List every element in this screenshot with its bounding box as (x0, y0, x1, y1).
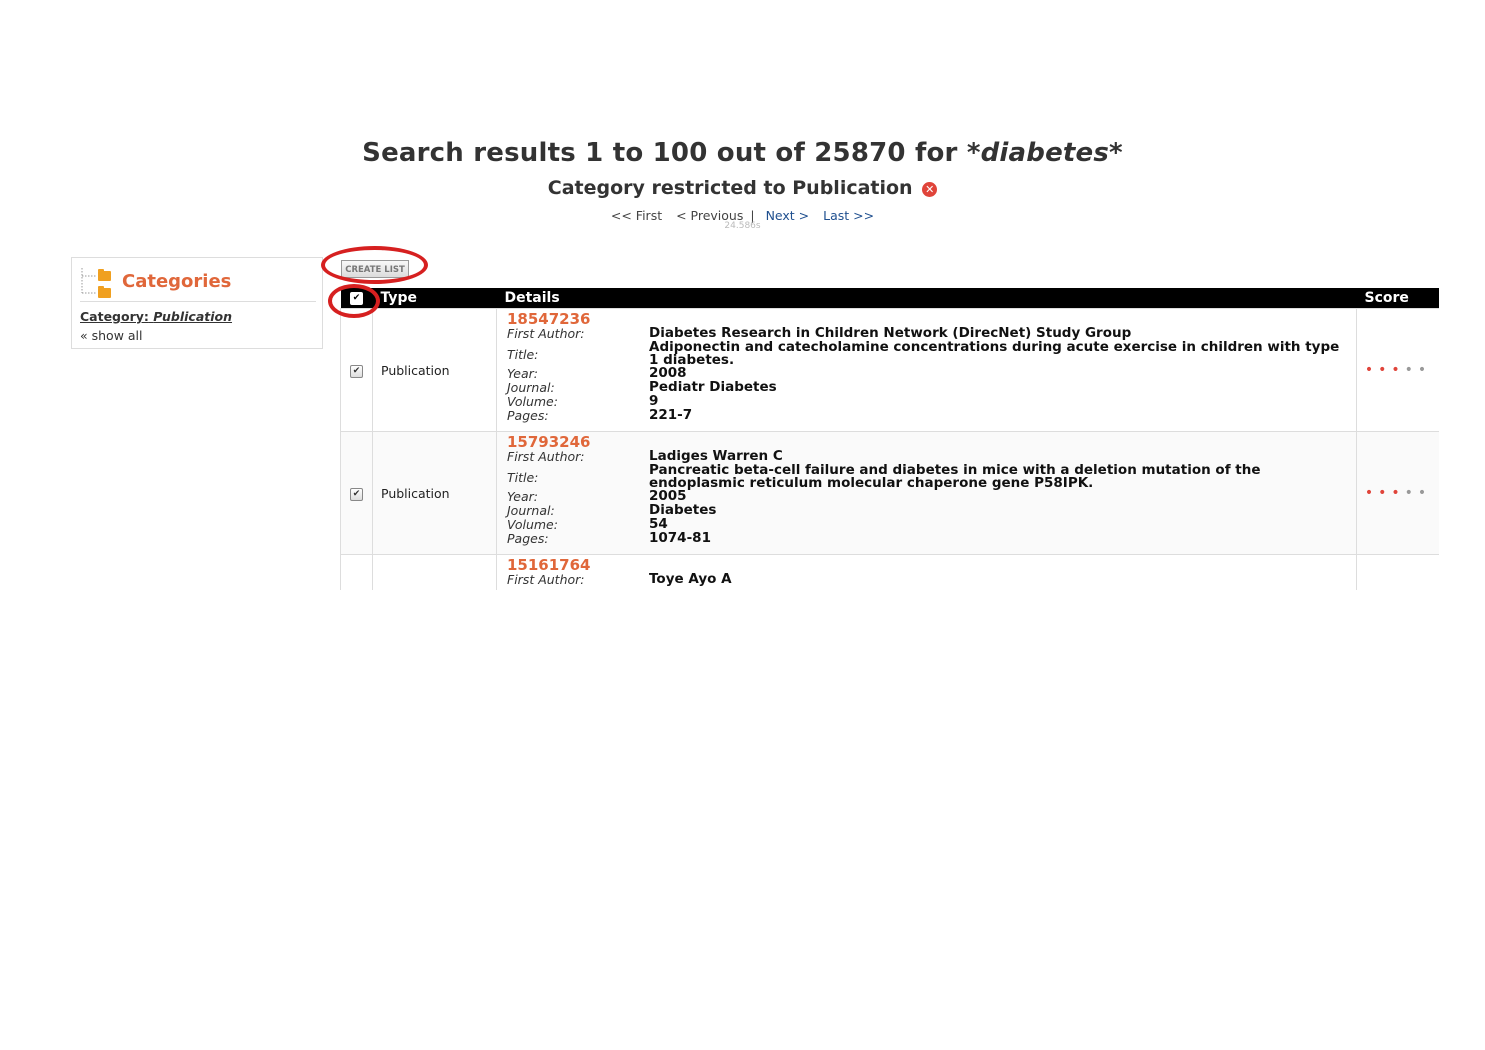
category-restriction: Category restricted to Publication ✕ (0, 177, 1485, 199)
field-label: Journal: (507, 380, 555, 395)
current-category[interactable]: Category: Publication (80, 309, 232, 324)
results-header: Search results 1 to 100 out of 25870 for… (0, 138, 1485, 231)
field-label: Year: (507, 366, 538, 381)
table-row: ✔ Publication 15793246 First Author: Ladi… (340, 431, 1439, 555)
field-value: Adiponectin and catecholamine concentrat… (649, 339, 1340, 368)
score-dot-empty: • (1404, 362, 1418, 378)
field-label: Pages: (507, 531, 549, 546)
row-select-cell: ✔ (340, 308, 373, 432)
field-label: Pages: (507, 408, 549, 423)
table-row: 15161764 First Author: Toye Ayo A (340, 554, 1439, 590)
field-value: 1074-81 (649, 530, 711, 546)
table-row: ✔ Publication 18547236 First Author: Diab… (340, 308, 1439, 432)
row-select-cell (340, 554, 373, 590)
pager-last[interactable]: Last >> (823, 208, 874, 223)
row-details: 15161764 First Author: Toye Ayo A (496, 554, 1357, 590)
row-type: Publication (372, 431, 497, 555)
score-dot-empty: • (1404, 485, 1418, 501)
select-all-checkbox[interactable]: ✔ (350, 291, 363, 305)
title-prefix: Search results 1 to 100 out of 25870 for (362, 138, 958, 168)
score-dot-filled: • (1364, 362, 1379, 378)
page-title: Search results 1 to 100 out of 25870 for… (0, 138, 1485, 168)
table-header-row: ✔ Type Details Score (340, 288, 1439, 309)
field-journal: Journal: Diabetes (507, 503, 1346, 518)
field-label: Title: (507, 470, 539, 485)
pager-next[interactable]: Next > (766, 208, 810, 223)
field-value: Pediatr Diabetes (649, 379, 777, 395)
field-label: First Author: (507, 449, 585, 464)
current-category-label: Category: (80, 309, 149, 324)
row-score: ••••• (1356, 308, 1439, 432)
pmid-link[interactable]: 15793246 (507, 434, 1346, 450)
field-label: Volume: (507, 517, 558, 532)
field-label: Year: (507, 489, 538, 504)
remove-filter-icon[interactable]: ✕ (922, 182, 938, 197)
category-restriction-text: Category restricted to Publication (547, 177, 913, 199)
header-score: Score (1356, 288, 1439, 309)
row-score: ••••• (1356, 431, 1439, 555)
results-table-container: ✔ Type Details Score ✔ Publication 18547… (340, 288, 1439, 590)
field-value: Pancreatic beta-cell failure and diabete… (649, 462, 1261, 491)
pmid-link[interactable]: 15161764 (507, 557, 1346, 573)
pager-first: << First (610, 208, 663, 223)
score-dot-filled: • (1391, 485, 1405, 501)
field-journal: Journal: Pediatr Diabetes (507, 379, 1346, 395)
create-list-button[interactable]: CREATE LIST (341, 260, 409, 278)
categories-title: Categories (122, 271, 232, 292)
field-pages: Pages: 221-7 (507, 407, 1346, 423)
score-dot-empty: • (1417, 485, 1432, 501)
row-details: 15793246 First Author: Ladiges Warren C T… (496, 431, 1357, 555)
score-dot-filled: • (1391, 362, 1405, 378)
row-type (372, 554, 497, 590)
field-value: 221-7 (649, 407, 693, 423)
field-value: Toye Ayo A (649, 571, 732, 587)
score-dot-filled: • (1364, 485, 1379, 501)
field-volume: Volume: 54 (507, 517, 1346, 532)
field-title: Title: Pancreatic beta-cell failure and d… (507, 462, 1346, 491)
field-label: Title: (507, 347, 539, 362)
search-query: *diabetes* (966, 138, 1123, 168)
query-timing: 24.586s (724, 221, 761, 231)
show-all-link[interactable]: « show all (80, 328, 143, 343)
row-checkbox[interactable]: ✔ (350, 364, 363, 378)
score-dot-filled: • (1378, 362, 1392, 378)
score-dot-filled: • (1378, 485, 1392, 501)
current-category-value: Publication (153, 309, 233, 324)
categories-panel: Categories Category: Publication « show … (71, 257, 323, 349)
score-dot-empty: • (1417, 362, 1432, 378)
categories-header: Categories (80, 264, 316, 302)
results-table: ✔ Type Details Score ✔ Publication 18547… (340, 288, 1439, 590)
row-details: 18547236 First Author: Diabetes Research … (496, 308, 1357, 432)
field-label: Journal: (507, 503, 555, 518)
score-dots: ••••• (1365, 362, 1431, 378)
score-dots: ••••• (1365, 485, 1431, 501)
field-label: Volume: (507, 394, 558, 409)
field-label: First Author: (507, 572, 585, 587)
row-type: Publication (372, 308, 497, 432)
select-all-header: ✔ (340, 288, 373, 309)
row-select-cell: ✔ (340, 431, 373, 555)
field-first-author: First Author: Toye Ayo A (507, 571, 1346, 587)
field-year: Year: 2008 (507, 366, 1346, 381)
row-score (1356, 554, 1439, 590)
folder-tree-icon (81, 268, 111, 298)
field-volume: Volume: 9 (507, 394, 1346, 409)
header-details: Details (496, 288, 1357, 309)
header-type: Type (372, 288, 497, 309)
field-pages: Pages: 1074-81 (507, 530, 1346, 546)
row-checkbox[interactable]: ✔ (350, 487, 363, 501)
field-year: Year: 2005 (507, 489, 1346, 504)
field-label: First Author: (507, 326, 585, 341)
field-title: Title: Adiponectin and catecholamine conc… (507, 339, 1346, 368)
